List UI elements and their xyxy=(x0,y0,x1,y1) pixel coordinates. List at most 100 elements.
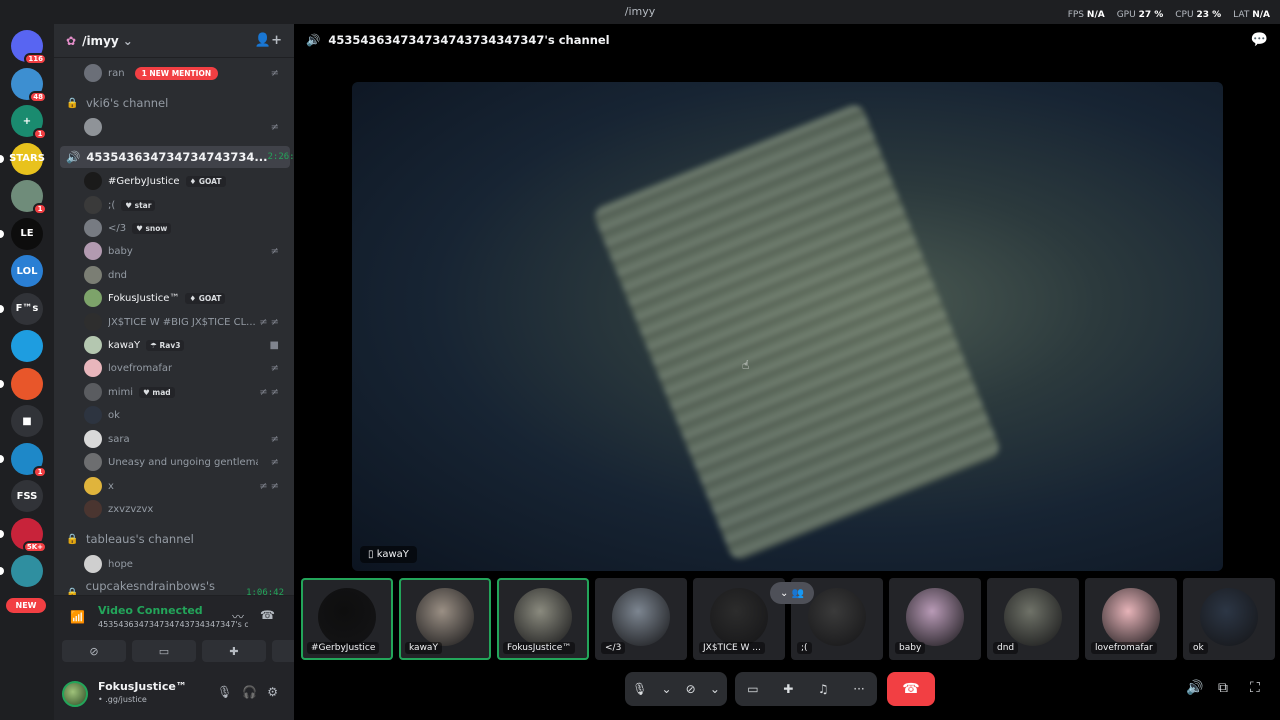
avatar xyxy=(84,172,102,190)
noise-suppression-icon[interactable]: 〰 xyxy=(232,608,244,625)
server-icon[interactable] xyxy=(11,555,43,587)
server-icon[interactable]: 5K+ xyxy=(11,517,47,553)
channel-sidebar: ✿ /imyy ⌄ 👤+ ran 1 NEW MENTION ≠ 🔒 vki6's ch… xyxy=(54,24,294,720)
call-title: 453543634734734743734347347's channel xyxy=(328,33,610,47)
member-name: </3 xyxy=(108,222,127,234)
muted-deafened-icon: ≠ xyxy=(270,456,282,468)
participant-tile[interactable]: ok xyxy=(1183,578,1275,660)
avatar[interactable] xyxy=(62,681,88,707)
voice-member[interactable]: hope xyxy=(54,553,294,575)
screen-share-icon[interactable]: ▭ xyxy=(747,682,758,696)
member-name: ran xyxy=(108,67,125,79)
chat-bubble-icon[interactable]: 💬 xyxy=(1251,32,1268,48)
disconnect-icon[interactable]: ☎ xyxy=(260,608,275,622)
voice-member[interactable]: JX$TICE W #BIG JX$TICE CL... ≠≠ xyxy=(54,311,294,333)
chevron-down-icon[interactable]: ⌄ xyxy=(661,682,671,696)
voice-channel-path[interactable]: 453543634734734743734347347's channel / … xyxy=(98,620,248,629)
participant-name: #GerbyJustice xyxy=(307,642,380,654)
microphone-icon[interactable]: 🎙 xyxy=(632,682,647,696)
activities-icon[interactable]: ✚ xyxy=(783,682,793,696)
voice-member[interactable]: Uneasy and ungoing gentleman mar ≠ xyxy=(54,451,294,473)
participant-tile[interactable]: FokusJustice™ xyxy=(497,578,589,660)
participant-tile[interactable]: baby xyxy=(889,578,981,660)
voice-channel-active[interactable]: 🔊 453543634734734743734...2:26:55 xyxy=(60,146,294,168)
signal-icon[interactable]: 📶 xyxy=(70,610,85,624)
server-icon[interactable] xyxy=(11,330,43,362)
server-icon[interactable]: LE xyxy=(11,217,43,250)
server-icon[interactable]: 1 xyxy=(11,442,47,478)
activities-button[interactable]: ✚ xyxy=(202,640,266,662)
microphone-icon[interactable]: 🎙 xyxy=(217,685,232,699)
muted-deafened-icon: ≠ xyxy=(270,362,282,374)
participant-name: JX$TICE W ... xyxy=(699,642,765,654)
voice-member[interactable]: ;(♥ star xyxy=(54,194,294,216)
volume-icon[interactable]: 🔊 xyxy=(1186,680,1203,696)
server-icon[interactable]: LOL xyxy=(11,255,43,287)
hang-up-button[interactable]: ☎ xyxy=(887,672,935,706)
member-name: ok xyxy=(108,409,120,421)
voice-channel[interactable]: 🔒 tableaus's channel xyxy=(60,528,290,550)
collapse-participants-button[interactable]: ⌄ 👥 xyxy=(770,582,814,604)
fullscreen-icon[interactable]: ⛶ xyxy=(1250,680,1260,696)
more-icon[interactable]: ··· xyxy=(853,682,864,696)
server-icon[interactable] xyxy=(11,367,43,400)
headphones-icon[interactable]: 🎧 xyxy=(242,685,257,699)
participant-tile[interactable]: dnd xyxy=(987,578,1079,660)
user-name: FokusJustice™ xyxy=(98,680,187,693)
camera-off-icon: ⊘ xyxy=(89,644,99,658)
unread-badge: 1 xyxy=(33,465,47,478)
voice-member[interactable]: ran 1 NEW MENTION ≠ xyxy=(54,62,294,84)
avatar xyxy=(84,430,102,448)
voice-channel[interactable]: 🔒 vki6's channel xyxy=(60,92,290,114)
member-name: hope xyxy=(108,558,133,570)
voice-member[interactable]: zxvzvzvx xyxy=(54,498,294,520)
voice-member[interactable]: baby ≠ xyxy=(54,240,294,262)
participant-tile[interactable]: lovefromafar xyxy=(1085,578,1177,660)
voice-member[interactable]: mimi ♥ mad ≠≠ xyxy=(54,381,294,403)
voice-member[interactable]: sara ≠ xyxy=(54,428,294,450)
mobile-icon: ▯ xyxy=(368,549,374,560)
new-mention-badge[interactable]: 1 NEW MENTION xyxy=(134,66,219,80)
server-icon[interactable]: 116 xyxy=(11,30,47,65)
avatar xyxy=(1102,588,1160,646)
share-screen-button[interactable]: ▭ xyxy=(132,640,196,662)
voice-status[interactable]: Video Connected xyxy=(98,604,203,617)
unread-pip xyxy=(0,567,4,575)
chevron-down-icon[interactable]: ⌄ xyxy=(710,682,720,696)
participant-tile[interactable]: </3 xyxy=(595,578,687,660)
server-icon[interactable]: ■ xyxy=(11,405,43,437)
guild-header[interactable]: ✿ /imyy ⌄ 👤+ xyxy=(54,24,294,58)
participant-tile[interactable]: #GerbyJustice xyxy=(301,578,393,660)
invite-people-icon[interactable]: 👤+ xyxy=(255,33,282,48)
focused-video-stream[interactable]: ☝ ▯ kawaY xyxy=(352,82,1223,571)
voice-member[interactable]: #GerbyJustice ♦ GOAT xyxy=(54,170,294,192)
server-icon[interactable]: FSS xyxy=(11,480,43,512)
member-name: #GerbyJustice xyxy=(108,175,180,187)
voice-member[interactable]: ok xyxy=(54,404,294,426)
camera-off-icon[interactable]: ⊘ xyxy=(686,682,696,696)
camera-off-button[interactable]: ⊘ xyxy=(62,640,126,662)
voice-member[interactable]: lovefromafar ≠ xyxy=(54,357,294,379)
voice-member[interactable]: ≠ xyxy=(54,116,294,138)
video-frame-content xyxy=(591,101,1003,563)
voice-member[interactable]: dnd xyxy=(54,264,294,286)
screen-share-icon: ▭ xyxy=(158,644,170,658)
voice-member[interactable]: FokusJustice™ ♦ GOAT xyxy=(54,287,294,309)
server-icon[interactable]: +1 xyxy=(11,105,47,140)
avatar xyxy=(84,383,102,401)
voice-member[interactable]: x ≠≠ xyxy=(54,475,294,497)
avatar xyxy=(84,500,102,518)
soundboard-icon[interactable]: ♫ xyxy=(818,682,829,696)
server-icon[interactable]: STARS xyxy=(9,142,45,175)
popout-icon[interactable]: ⧉ xyxy=(1218,680,1228,696)
new-unreads-pill[interactable]: NEW xyxy=(6,598,46,613)
voice-connected-panel: 📶 Video Connected 4535436347347347437343… xyxy=(54,595,294,669)
server-icon[interactable]: F™s xyxy=(11,292,43,325)
soundboard-button[interactable]: ♫ xyxy=(272,640,294,662)
server-icon[interactable]: 1 xyxy=(11,180,47,215)
gear-icon[interactable]: ⚙ xyxy=(267,685,278,699)
server-icon[interactable]: 48 xyxy=(11,67,47,103)
voice-member[interactable]: kawaY ☂ Rav3 ■ xyxy=(54,334,294,356)
voice-member[interactable]: </3 ♥ snow xyxy=(54,217,294,239)
participant-tile[interactable]: kawaY xyxy=(399,578,491,660)
